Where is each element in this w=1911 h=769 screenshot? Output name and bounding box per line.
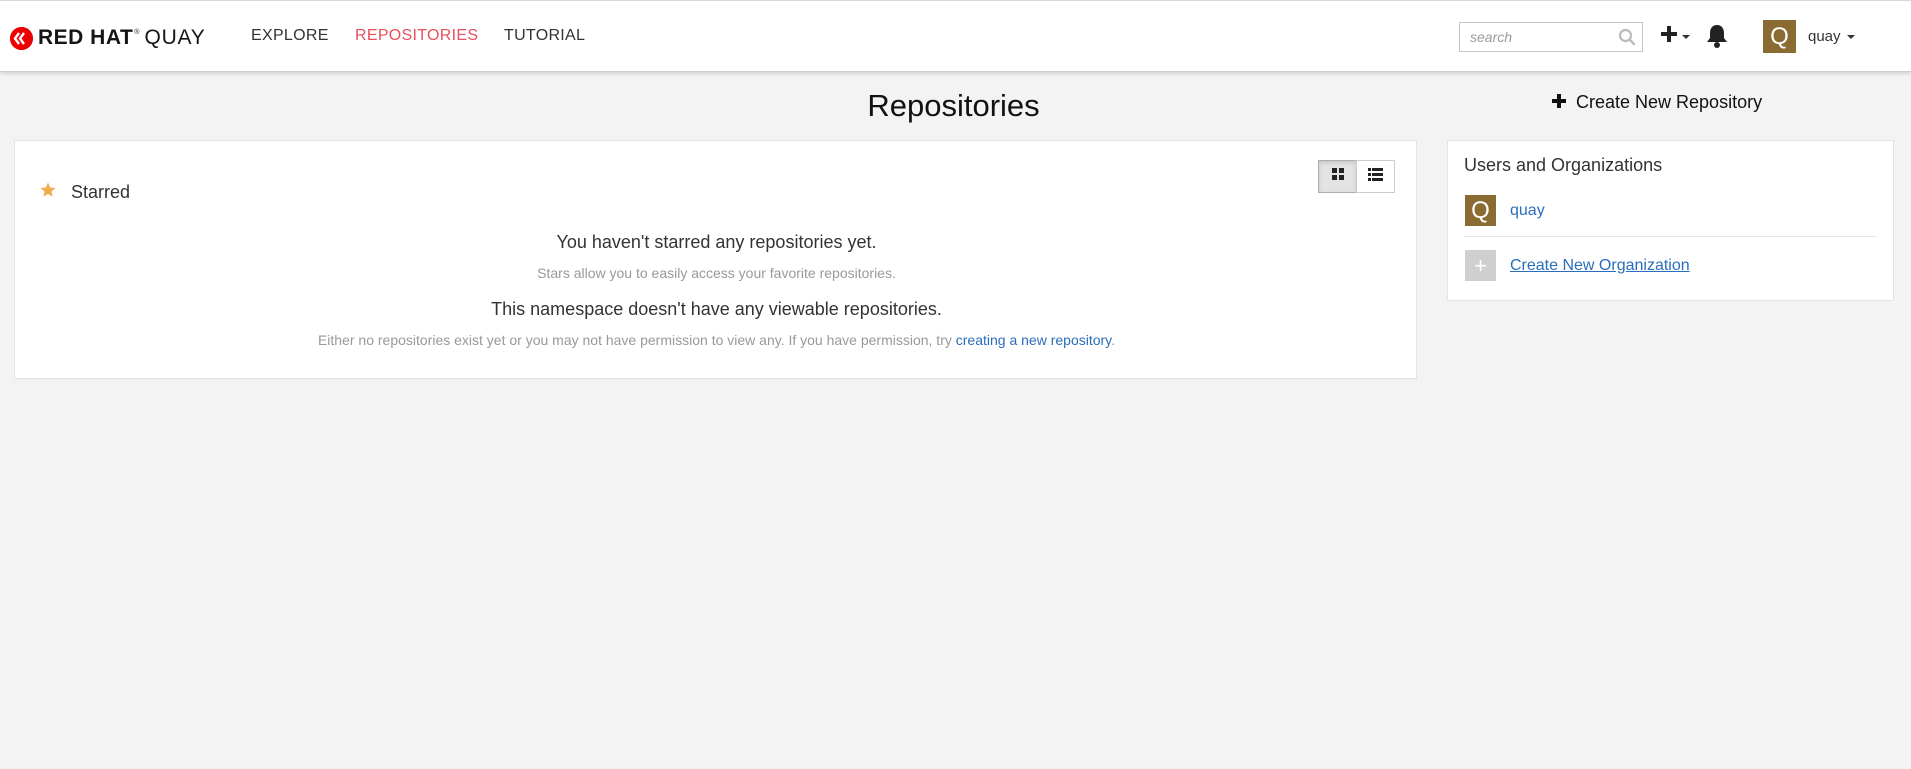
list-view-button[interactable] bbox=[1356, 160, 1395, 193]
namespace-empty-text: Either no repositories exist yet or you … bbox=[317, 332, 956, 348]
org-item-quay[interactable]: Q quay bbox=[1465, 195, 1545, 226]
search-box bbox=[1459, 22, 1643, 52]
namespace-empty-subtitle: Either no repositories exist yet or you … bbox=[15, 332, 1418, 350]
nav-repositories-link[interactable]: REPOSITORIES bbox=[355, 27, 478, 45]
search-icon[interactable] bbox=[1618, 28, 1636, 51]
grid-icon bbox=[1331, 167, 1345, 186]
chevron-down-icon bbox=[1682, 34, 1690, 39]
starred-empty-title: You haven't starred any repositories yet… bbox=[556, 232, 877, 252]
org-link-quay[interactable]: quay bbox=[1510, 202, 1545, 220]
create-repository-link[interactable]: creating a new repository bbox=[956, 332, 1111, 348]
nav-explore-link[interactable]: EXPLORE bbox=[251, 27, 329, 45]
plus-icon: + bbox=[1465, 250, 1496, 281]
grid-view-button[interactable] bbox=[1318, 160, 1357, 193]
plus-icon bbox=[1660, 25, 1678, 48]
namespace-empty-end: . bbox=[1111, 332, 1116, 348]
chevron-down-icon bbox=[1846, 34, 1855, 39]
brand-logo-link[interactable]: RED HAT ® QUAY bbox=[10, 25, 206, 51]
notifications-bell-icon[interactable] bbox=[1705, 23, 1729, 54]
users-organizations-title: Users and Organizations bbox=[1464, 155, 1663, 175]
starred-empty-subtitle: Stars allow you to easily access your fa… bbox=[537, 265, 896, 281]
create-new-repository-button[interactable]: Create New Repository bbox=[1552, 92, 1762, 113]
divider bbox=[1464, 236, 1877, 237]
org-avatar: Q bbox=[1465, 195, 1496, 226]
brand-registered-mark: ® bbox=[134, 28, 140, 36]
create-organization-item[interactable]: + Create New Organization bbox=[1465, 250, 1690, 281]
starred-header: Starred bbox=[39, 181, 130, 204]
star-icon bbox=[39, 181, 57, 204]
users-organizations-panel: Users and Organizations Q quay + Create … bbox=[1447, 140, 1894, 301]
user-name-label: quay bbox=[1808, 28, 1841, 45]
create-menu-button[interactable] bbox=[1660, 25, 1690, 48]
plus-icon bbox=[1552, 92, 1566, 113]
brand-red-hat-text: RED HAT bbox=[38, 26, 134, 49]
user-avatar: Q bbox=[1763, 20, 1796, 53]
redhat-logo-icon bbox=[10, 26, 33, 50]
top-navbar: RED HAT ® QUAY EXPLORE REPOSITORIES TUTO… bbox=[0, 0, 1911, 72]
search-input[interactable] bbox=[1460, 23, 1610, 51]
user-menu-dropdown[interactable]: Q quay bbox=[1763, 20, 1855, 53]
starred-title: Starred bbox=[71, 182, 131, 202]
brand-quay-text: QUAY bbox=[144, 26, 206, 49]
view-mode-toggle bbox=[1318, 160, 1395, 193]
namespace-empty-title: This namespace doesn't have any viewable… bbox=[491, 299, 942, 319]
list-icon bbox=[1368, 167, 1383, 186]
starred-panel: Starred You haven't starred any reposito… bbox=[14, 140, 1417, 379]
nav-tutorial-link[interactable]: TUTORIAL bbox=[504, 27, 585, 45]
create-new-repository-label: Create New Repository bbox=[1576, 92, 1763, 112]
create-new-organization-link[interactable]: Create New Organization bbox=[1510, 257, 1690, 275]
